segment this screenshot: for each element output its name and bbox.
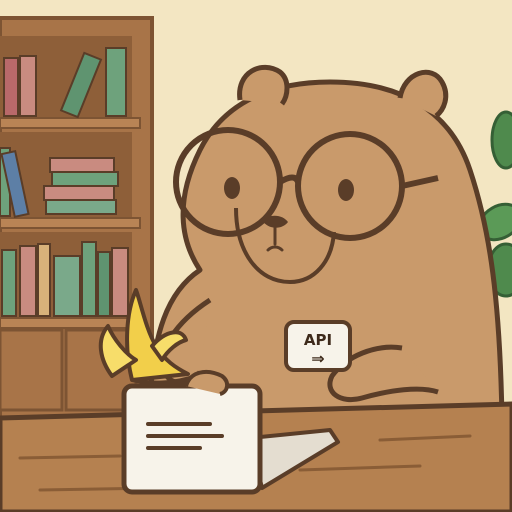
left-eye: [224, 177, 240, 199]
api-card-arrow: ⇒: [311, 349, 324, 368]
laptop-screen: [121, 383, 263, 495]
books-middle: [0, 147, 119, 218]
capybara-illustration: API ⇒: [0, 0, 512, 512]
right-eye: [338, 179, 354, 201]
left-ear: [237, 64, 290, 106]
api-card: API ⇒: [284, 320, 352, 372]
illustration-canvas: API ⇒: [0, 0, 512, 512]
api-card-label: API: [304, 331, 332, 349]
